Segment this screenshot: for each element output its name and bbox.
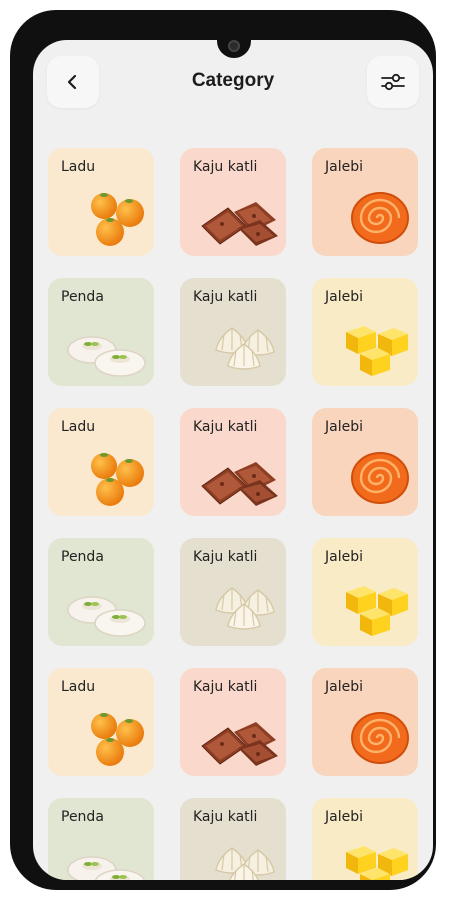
category-label: Jalebi [325, 809, 363, 825]
modak-sweet-image [208, 584, 280, 642]
ladu-sweet-image [86, 706, 148, 772]
category-label: Kaju katli [193, 159, 258, 175]
category-card[interactable]: Jalebi [312, 798, 418, 880]
category-label: Penda [61, 809, 104, 825]
kaju-sweet-image [198, 458, 280, 512]
category-card[interactable]: Penda [48, 278, 154, 386]
category-card[interactable]: Penda [48, 538, 154, 646]
jalebi-sweet-image [348, 448, 412, 512]
app-screen: Category Ladu Kaju katli Jalebi Penda Ka… [33, 40, 433, 880]
category-card[interactable]: Kaju katli [180, 798, 286, 880]
category-label: Kaju katli [193, 419, 258, 435]
category-label: Jalebi [325, 549, 363, 565]
sliders-icon [381, 73, 405, 91]
jalebi-sweet-image [348, 188, 412, 252]
category-card[interactable]: Jalebi [312, 148, 418, 256]
penda-sweet-image [64, 852, 148, 880]
jalebi-sweet-image [348, 708, 412, 772]
modak-sweet-image [208, 844, 280, 880]
front-camera-icon [228, 40, 240, 52]
category-card[interactable]: Kaju katli [180, 148, 286, 256]
category-label: Ladu [61, 159, 96, 175]
penda-sweet-image [64, 332, 148, 382]
category-label: Jalebi [325, 159, 363, 175]
category-card[interactable]: Kaju katli [180, 668, 286, 776]
barfi-sweet-image [342, 318, 412, 382]
modak-sweet-image [208, 324, 280, 382]
category-label: Penda [61, 289, 104, 305]
barfi-sweet-image [342, 578, 412, 642]
kaju-sweet-image [198, 198, 280, 252]
category-grid: Ladu Kaju katli Jalebi Penda Kaju katli [48, 148, 418, 880]
barfi-sweet-image [342, 838, 412, 880]
phone-frame: Category Ladu Kaju katli Jalebi Penda Ka… [10, 10, 436, 890]
ladu-sweet-image [86, 446, 148, 512]
category-card[interactable]: Jalebi [312, 408, 418, 516]
app-header: Category [33, 56, 433, 112]
category-label: Kaju katli [193, 809, 258, 825]
category-label: Jalebi [325, 289, 363, 305]
category-card[interactable]: Kaju katli [180, 408, 286, 516]
category-label: Ladu [61, 679, 96, 695]
category-card[interactable]: Jalebi [312, 538, 418, 646]
ladu-sweet-image [86, 186, 148, 252]
category-card[interactable]: Jalebi [312, 278, 418, 386]
category-label: Jalebi [325, 419, 363, 435]
category-label: Penda [61, 549, 104, 565]
category-label: Jalebi [325, 679, 363, 695]
filter-button[interactable] [367, 56, 419, 108]
category-label: Kaju katli [193, 679, 258, 695]
category-label: Kaju katli [193, 289, 258, 305]
kaju-sweet-image [198, 718, 280, 772]
category-card[interactable]: Kaju katli [180, 538, 286, 646]
category-card[interactable]: Ladu [48, 668, 154, 776]
category-card[interactable]: Jalebi [312, 668, 418, 776]
category-card[interactable]: Ladu [48, 408, 154, 516]
category-label: Kaju katli [193, 549, 258, 565]
category-label: Ladu [61, 419, 96, 435]
penda-sweet-image [64, 592, 148, 642]
category-card[interactable]: Ladu [48, 148, 154, 256]
category-card[interactable]: Kaju katli [180, 278, 286, 386]
category-card[interactable]: Penda [48, 798, 154, 880]
